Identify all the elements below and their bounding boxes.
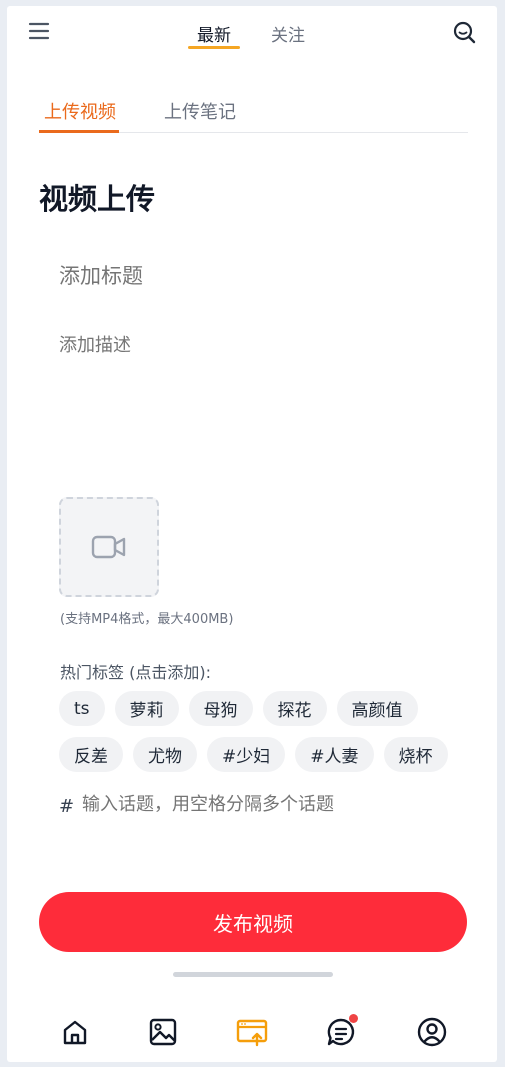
hamburger-menu-icon[interactable] <box>27 20 51 42</box>
video-camera-icon <box>91 535 126 559</box>
profile-icon[interactable] <box>416 1016 448 1048</box>
home-indicator <box>173 972 333 977</box>
image-gallery-icon[interactable] <box>147 1016 179 1048</box>
tag-chip[interactable]: 烧杯 <box>383 737 448 772</box>
tag-row: ts 萝莉 母狗 探花 高颜值 <box>59 691 418 726</box>
top-navigation: 最新 关注 <box>7 6 497 58</box>
topic-input[interactable] <box>82 794 452 815</box>
tab-upload-note[interactable]: 上传笔记 <box>164 98 236 124</box>
home-icon[interactable] <box>59 1016 91 1048</box>
description-input[interactable] <box>59 331 449 481</box>
tag-chip[interactable]: #人妻 <box>295 737 374 772</box>
hot-tags-label: 热门标签 (点击添加): <box>60 663 211 682</box>
tag-chip[interactable]: ts <box>59 691 105 726</box>
messages-icon[interactable] <box>325 1014 358 1048</box>
search-icon[interactable] <box>451 19 477 45</box>
hashtag-icon: # <box>59 796 75 817</box>
tag-chip[interactable]: 母狗 <box>188 691 253 726</box>
tag-chip[interactable]: #少妇 <box>207 737 286 772</box>
app-screen: 最新 关注 上传视频 上传笔记 视频上传 (支持MP4格式，最大400MB) 热… <box>7 6 497 1062</box>
upload-type-tabs: 上传视频 上传笔记 <box>39 93 468 133</box>
notification-badge <box>349 1014 358 1023</box>
tag-chip[interactable]: 探花 <box>262 691 327 726</box>
tab-upload-video[interactable]: 上传视频 <box>44 98 116 124</box>
tag-row: 反差 尤物 #少妇 #人妻 烧杯 <box>59 737 448 772</box>
publish-video-button[interactable]: 发布视频 <box>39 892 467 952</box>
title-input[interactable] <box>59 264 449 288</box>
tag-chip[interactable]: 尤物 <box>133 737 197 772</box>
tag-chip[interactable]: 高颜值 <box>336 691 418 726</box>
tab-latest[interactable]: 最新 <box>197 21 231 46</box>
video-upload-button[interactable] <box>59 497 159 597</box>
page-title: 视频上传 <box>39 182 156 216</box>
upload-icon[interactable] <box>236 1016 268 1048</box>
bottom-navigation <box>7 1014 497 1056</box>
tag-chip[interactable]: 反差 <box>59 737 123 772</box>
upload-hint: (支持MP4格式，最大400MB) <box>60 612 234 627</box>
subtab-active-indicator <box>39 130 119 133</box>
tab-following[interactable]: 关注 <box>271 21 305 46</box>
active-tab-indicator <box>188 46 240 49</box>
tag-chip[interactable]: 萝莉 <box>114 691 179 726</box>
